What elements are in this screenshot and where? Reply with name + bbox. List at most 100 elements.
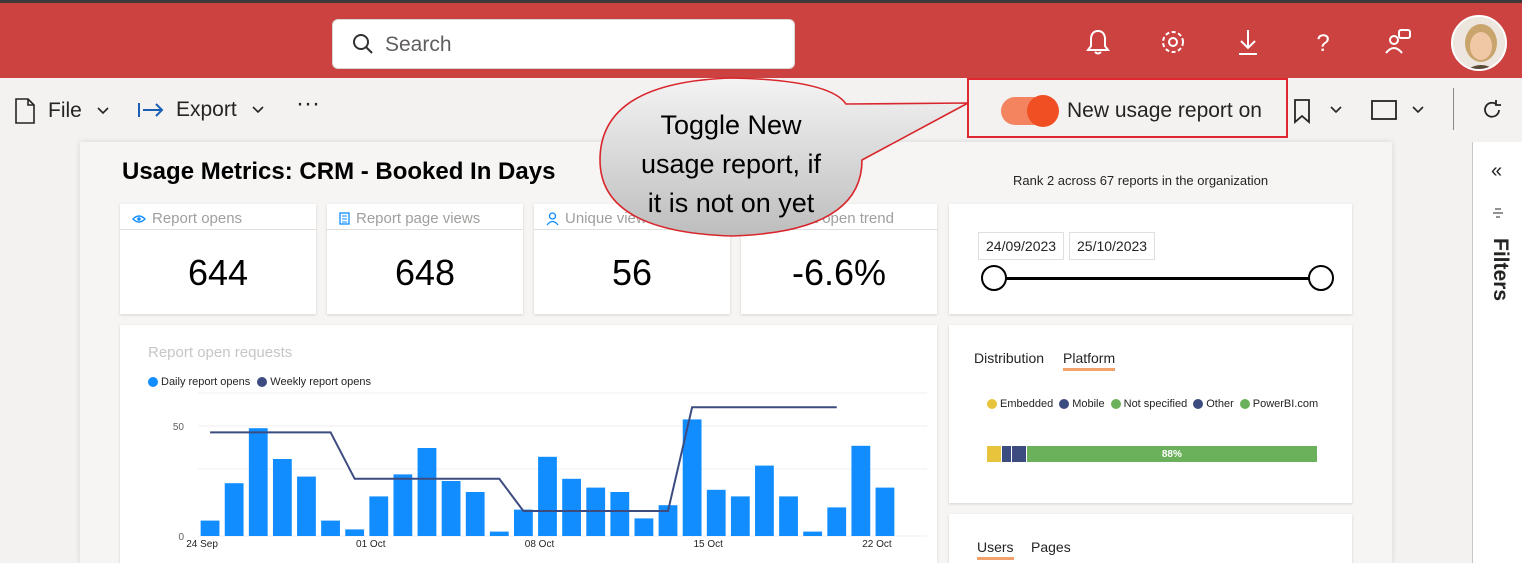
bar-daily-23 (755, 465, 774, 536)
legend-label: Mobile (1072, 398, 1105, 410)
bar-daily-9 (417, 448, 437, 536)
kpi-value: -6.6% (791, 252, 887, 293)
kpi-value: 644 (187, 252, 249, 293)
kpi-label: Report opens (152, 210, 243, 227)
tab-distribution[interactable]: Distribution (974, 350, 1044, 366)
bar-segment[interactable]: 88% (1026, 446, 1318, 462)
bar-daily-25 (803, 531, 823, 536)
x-tick-label: 15 Oct (693, 539, 723, 550)
rank-text: Rank 2 across 67 reports in the organiza… (1013, 173, 1269, 188)
new-usage-report-toggle[interactable] (1001, 95, 1059, 127)
download-icon[interactable] (1233, 27, 1263, 57)
kpi-value: 56 (611, 252, 653, 293)
start-date-handle[interactable] (981, 265, 1007, 291)
bar-daily-4 (297, 476, 316, 536)
users-pages-card: Users Pages (949, 514, 1352, 563)
bar-daily-27 (851, 445, 871, 536)
legend-label: Embedded (1000, 398, 1054, 410)
avatar[interactable] (1451, 15, 1507, 71)
tab-platform[interactable]: Platform (1063, 350, 1116, 371)
bar-daily-17 (610, 492, 630, 536)
bar-daily-18 (634, 518, 654, 536)
help-icon[interactable]: ? (1308, 27, 1338, 57)
chevron-down-icon[interactable] (1411, 105, 1425, 115)
legend-dot (1239, 399, 1250, 409)
start-date-input[interactable]: 24/09/2023 (978, 232, 1065, 260)
bar-daily-1 (224, 483, 244, 536)
avatar-image (1453, 17, 1505, 69)
search-box[interactable]: Search (332, 19, 795, 69)
x-tick-label: 24 Sep (186, 539, 218, 550)
file-label: File (48, 99, 82, 122)
report-title: Usage Metrics: CRM - Booked In Days (122, 158, 556, 185)
filters-label: Filters (1489, 238, 1512, 302)
search-icon (353, 34, 373, 54)
bar-daily-26 (827, 507, 847, 536)
export-label: Export (176, 98, 237, 121)
person-icon (546, 211, 559, 225)
document-icon (339, 212, 350, 225)
tab-pages[interactable]: Pages (1031, 539, 1071, 555)
x-tick-label: 22 Oct (862, 539, 892, 550)
bar-segment[interactable] (987, 446, 1002, 462)
platform-distribution-card: Distribution Platform Embedded Mobile Not … (949, 325, 1352, 503)
file-icon (15, 98, 35, 124)
callout-line: usage report, if (640, 149, 822, 179)
chart-plot: 05012014016024 Sep01 Oct08 Oct15 Oct22 O… (173, 392, 927, 550)
chevron-down-icon (97, 107, 109, 115)
platform-legend: Embedded Mobile Not specified Other PowerBI.… (987, 398, 1318, 410)
chevron-down-icon[interactable] (1329, 105, 1343, 115)
bar-segment[interactable] (1001, 446, 1012, 462)
toggle-label: New usage report on (1067, 99, 1262, 122)
gear-icon[interactable] (1158, 27, 1188, 57)
search-placeholder: Search (385, 33, 452, 56)
bookmark-icon[interactable] (1292, 98, 1312, 124)
bar-daily-2 (248, 428, 268, 536)
report-open-requests-chart: Report open requests Daily report opens … (120, 325, 937, 563)
top-app-bar: Search ? (0, 0, 1522, 78)
bar-daily-28 (875, 487, 895, 536)
legend-dot (1110, 399, 1121, 409)
kpi-card-report-opens[interactable]: Report opens 644 (120, 204, 316, 314)
date-range-slicer: 24/09/2023 25/10/2023 (949, 204, 1352, 314)
end-date-input[interactable]: 25/10/2023 (1069, 232, 1156, 260)
platform-stacked-bar: 88% (987, 446, 1318, 462)
kpi-header: Report page views (327, 204, 523, 230)
new-usage-report-toggle-highlight: New usage report on (967, 78, 1288, 138)
bar-daily-15 (562, 478, 582, 536)
x-tick-label: 01 Oct (356, 539, 386, 550)
end-date-handle[interactable] (1308, 265, 1334, 291)
legend-dot (1059, 399, 1070, 409)
bar-segment[interactable] (1011, 446, 1027, 462)
collapse-filters-button[interactable]: « (1491, 160, 1502, 183)
bar-daily-11 (465, 492, 485, 536)
bar-daily-12 (489, 531, 509, 536)
legend-label: Other (1206, 398, 1234, 410)
legend-label: Not specified (1123, 398, 1188, 410)
bar-daily-10 (441, 481, 461, 536)
export-menu[interactable]: Export (137, 98, 265, 122)
bar-daily-3 (272, 459, 292, 536)
export-icon (138, 103, 164, 117)
kpi-card-page-views[interactable]: Report page views 648 (327, 204, 523, 314)
filters-pane: « Filters (1472, 142, 1522, 563)
bar-daily-0 (200, 520, 220, 536)
callout-line: it is not on yet (647, 188, 815, 218)
x-tick-label: 08 Oct (525, 539, 555, 550)
bar-daily-24 (779, 496, 798, 536)
eye-icon (132, 214, 146, 223)
file-menu[interactable]: File (14, 98, 110, 124)
y-left-tick-label: 0 (178, 532, 184, 543)
bar-daily-6 (345, 529, 365, 536)
feedback-icon[interactable] (1383, 27, 1413, 57)
toggle-knob (1027, 95, 1059, 127)
tab-users[interactable]: Users (977, 539, 1014, 560)
kpi-header: Report opens (120, 204, 316, 230)
svg-text:?: ? (1316, 30, 1329, 57)
more-options-button[interactable]: ··· (296, 90, 320, 118)
refresh-icon[interactable] (1480, 98, 1504, 122)
filter-icon (1493, 208, 1503, 218)
bell-icon[interactable] (1083, 27, 1113, 57)
kpi-label: Report page views (356, 210, 481, 227)
view-icon[interactable] (1371, 100, 1397, 120)
